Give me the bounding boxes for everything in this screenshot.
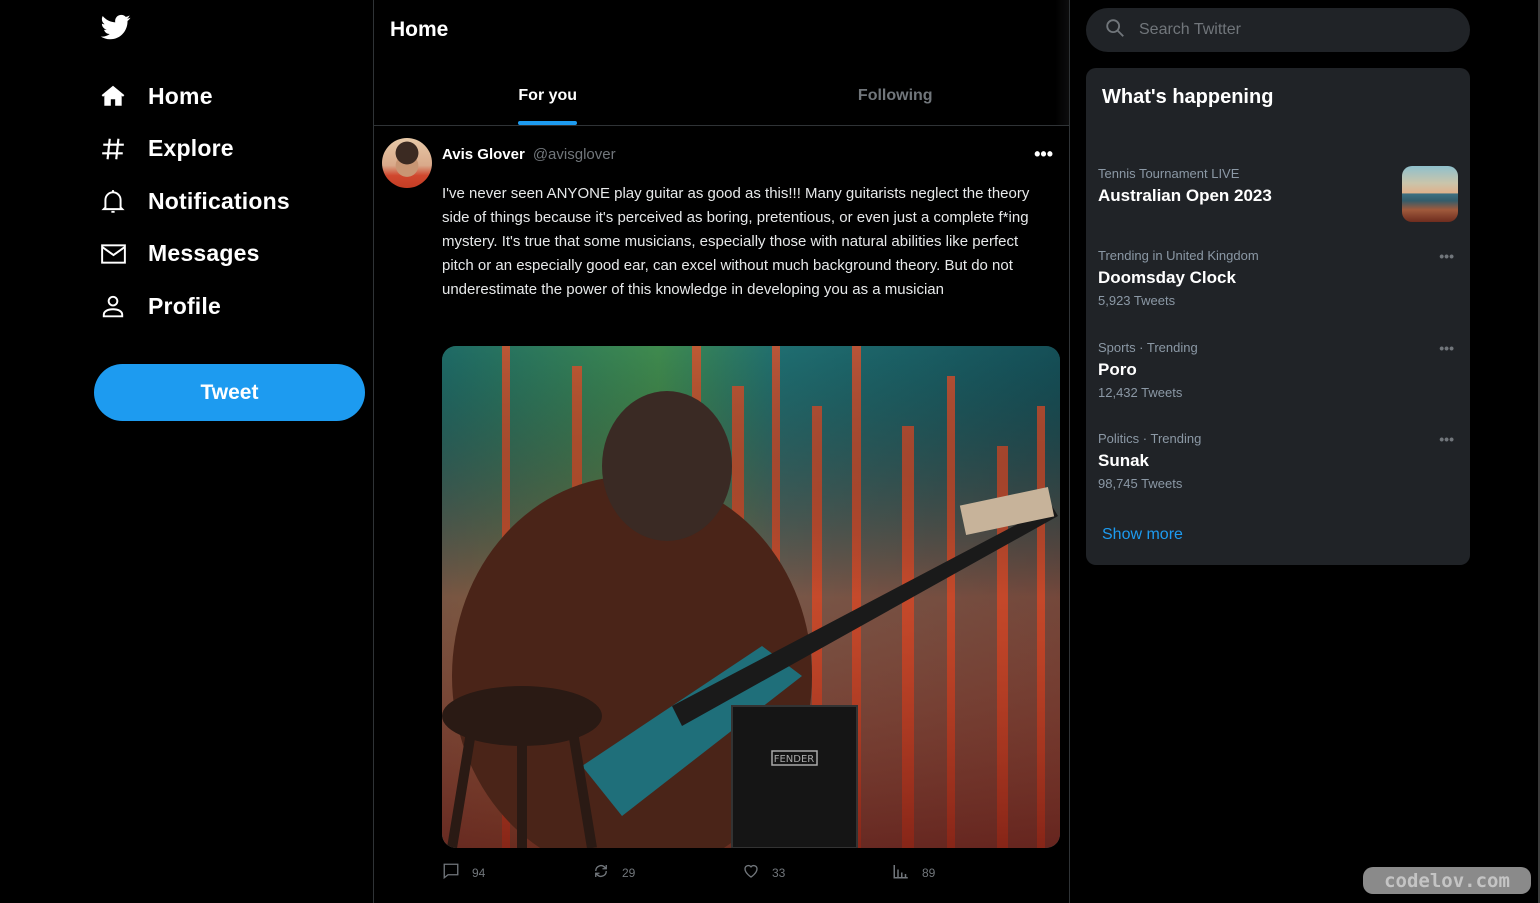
nav-label: Notifications xyxy=(148,187,290,214)
tweet-text: I've never seen ANYONE play guitar as go… xyxy=(442,185,1030,298)
trend-topic: Doomsday Clock xyxy=(1098,268,1236,287)
show-more-link[interactable]: Show more xyxy=(1102,526,1183,544)
amp-label: FENDER xyxy=(774,754,815,765)
like-count: 33 xyxy=(772,865,786,880)
avatar[interactable] xyxy=(382,138,432,188)
search-bar[interactable] xyxy=(1086,8,1470,52)
trends-panel: What's happening Tennis Tournament LIVE … xyxy=(1086,68,1470,565)
watermark: codelov.com xyxy=(1363,867,1531,894)
tweet-media-image[interactable]: FENDER xyxy=(442,346,1060,848)
trends-title: What's happening xyxy=(1102,86,1274,108)
trend-meta: Politics · Trending xyxy=(1098,431,1202,446)
tweet-button[interactable]: Tweet xyxy=(94,364,365,421)
views-count: 89 xyxy=(922,865,936,880)
trend-item[interactable]: Trending in United Kingdom Doomsday Cloc… xyxy=(1098,248,1458,310)
views-button[interactable]: 89 xyxy=(892,862,935,883)
twitter-bird-icon[interactable] xyxy=(99,12,133,42)
search-input[interactable] xyxy=(1139,21,1439,39)
hashtag-icon xyxy=(100,135,134,163)
search-icon xyxy=(1086,17,1126,44)
nav-item-notifications[interactable]: Notifications xyxy=(100,175,290,228)
bell-icon xyxy=(100,187,134,215)
timeline-tabs: For you Following xyxy=(374,66,1069,126)
reply-count: 94 xyxy=(472,865,486,880)
analytics-icon xyxy=(892,862,910,883)
tab-for-you[interactable]: For you xyxy=(374,66,722,125)
nav-label: Home xyxy=(148,82,213,109)
heart-icon xyxy=(742,862,760,883)
nav-item-home[interactable]: Home xyxy=(100,70,290,123)
tweet-header: Avis Glover @avisglover xyxy=(442,146,616,163)
tab-following[interactable]: Following xyxy=(722,66,1070,125)
trend-item[interactable]: Politics · Trending Sunak 98,745 Tweets … xyxy=(1098,431,1458,493)
home-icon xyxy=(100,82,134,110)
like-button[interactable]: 33 xyxy=(742,862,785,883)
trend-meta: Sports · Trending xyxy=(1098,340,1198,355)
nav-label: Explore xyxy=(148,135,234,162)
media-illustration: FENDER xyxy=(442,346,1060,848)
trend-count: 5,923 Tweets xyxy=(1098,293,1176,308)
nav-item-explore[interactable]: Explore xyxy=(100,123,290,176)
trend-topic: Sunak xyxy=(1098,451,1150,470)
sidebar: Home Explore Notifications Messages Prof… xyxy=(0,0,373,903)
active-tab-indicator xyxy=(518,121,578,125)
envelope-icon xyxy=(100,240,134,268)
trend-thumbnail xyxy=(1402,166,1458,222)
retweet-count: 29 xyxy=(622,865,636,880)
nav-item-messages[interactable]: Messages xyxy=(100,228,290,281)
reply-button[interactable]: 94 xyxy=(442,862,485,883)
more-options-icon[interactable]: ••• xyxy=(1439,340,1454,356)
nav-item-profile[interactable]: Profile xyxy=(100,280,290,333)
trend-item[interactable]: Tennis Tournament LIVE Australian Open 2… xyxy=(1098,166,1458,222)
trend-count: 12,432 Tweets xyxy=(1098,385,1183,400)
more-options-icon[interactable]: ••• xyxy=(1034,144,1053,164)
nav-label: Messages xyxy=(148,240,260,267)
author-name[interactable]: Avis Glover xyxy=(442,146,525,163)
reply-icon xyxy=(442,862,460,883)
author-handle[interactable]: @avisglover xyxy=(533,146,616,163)
retweet-icon xyxy=(592,862,610,883)
trend-topic: Poro xyxy=(1098,360,1137,379)
trend-meta: Trending in United Kingdom xyxy=(1098,248,1259,263)
trend-item[interactable]: Sports · Trending Poro 12,432 Tweets ••• xyxy=(1098,340,1458,402)
trend-count: 98,745 Tweets xyxy=(1098,476,1183,491)
nav-label: Profile xyxy=(148,292,221,319)
retweet-button[interactable]: 29 xyxy=(592,862,635,883)
tab-label: Following xyxy=(857,86,933,104)
main-timeline: Home For you Following Avis Glover @avis… xyxy=(373,0,1070,903)
tweet-actions: 94 29 33 89 xyxy=(442,862,1060,882)
more-options-icon[interactable]: ••• xyxy=(1439,248,1454,264)
main-nav: Home Explore Notifications Messages Prof… xyxy=(100,70,290,333)
tab-label: For you xyxy=(518,86,578,104)
user-icon xyxy=(100,292,134,320)
page-title: Home xyxy=(390,18,449,41)
more-options-icon[interactable]: ••• xyxy=(1439,431,1454,447)
